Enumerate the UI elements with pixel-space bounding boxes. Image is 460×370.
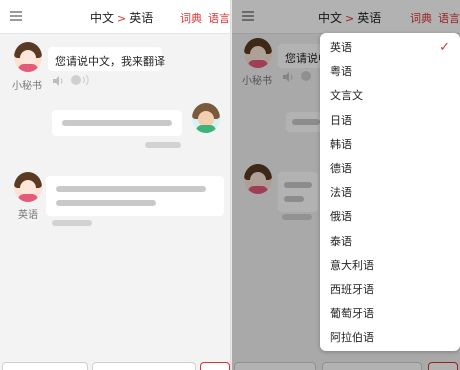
direction-arrow: > (117, 12, 127, 25)
language-option-label: 西班牙语 (330, 283, 374, 296)
language-option[interactable]: 韩语 (320, 133, 460, 157)
bottom-button-right[interactable] (200, 362, 230, 370)
user-avatar (192, 103, 220, 133)
language-option-label: 阿拉伯语 (330, 331, 374, 345)
target-language: 英语 (129, 11, 154, 25)
language-option[interactable]: 粤语 (320, 60, 460, 84)
bot-name: 小秘书 (12, 81, 42, 92)
language-option[interactable]: 西班牙语 (320, 278, 460, 302)
user-message-bubble (52, 110, 182, 136)
reply-avatar (14, 172, 42, 202)
source-language: 中文 (90, 11, 115, 25)
language-option-label: 德语 (330, 162, 352, 175)
hamburger-menu-icon[interactable] (10, 11, 22, 21)
bottom-button-middle[interactable] (92, 362, 196, 370)
bot-message-bubble: 您请说中文，我来翻译 (48, 47, 165, 71)
language-option[interactable]: 法语 (320, 181, 460, 205)
top-bar: 中文 > 英语 词典 语言 (0, 0, 230, 34)
language-pair-selector[interactable]: 中文 > 英语 (90, 9, 153, 26)
checkmark-icon: ✓ (439, 40, 450, 55)
reply-caption: 英语 (18, 210, 38, 221)
language-option-label: 粤语 (330, 65, 352, 79)
chat-panel-left: 中文 > 英语 词典 语言 小秘书 您请说中文，我来翻译 英语 (0, 0, 231, 370)
language-option-label: 法语 (330, 186, 352, 200)
reply-message-bubble (46, 176, 224, 216)
language-option-label: 意大利语 (330, 258, 374, 272)
language-option-label: 日语 (330, 113, 352, 127)
speaker-icon[interactable] (52, 75, 64, 87)
language-option[interactable]: 日语 (320, 109, 460, 133)
language-option-label: 英语 (330, 41, 352, 54)
language-option-label: 俄语 (330, 210, 352, 224)
bot-message-text: 您请说中文，我来翻译 (55, 55, 165, 68)
user-message-actions (145, 142, 181, 148)
language-option-label: 葡萄牙语 (330, 307, 374, 321)
language-option[interactable]: 文言文 (320, 84, 460, 108)
language-option[interactable]: 意大利语 (320, 254, 460, 278)
bottom-button-left[interactable] (2, 362, 88, 370)
language-option-label: 泰语 (330, 234, 352, 248)
reply-actions (52, 220, 92, 226)
bot-avatar (14, 42, 42, 72)
voice-wave-icon[interactable] (70, 74, 90, 86)
language-option[interactable]: 德语 (320, 157, 460, 181)
language-option[interactable]: 泰语 (320, 230, 460, 254)
language-option[interactable]: 俄语 (320, 205, 460, 229)
language-dropdown: 英语 ✓ 粤语文言文日语韩语德语法语俄语泰语意大利语西班牙语葡萄牙语阿拉伯语 (320, 33, 460, 351)
language-option-label: 文言文 (330, 89, 363, 103)
language-option-label: 韩语 (330, 137, 352, 151)
language-option[interactable]: 英语 ✓ (320, 36, 460, 60)
language-link[interactable]: 语言 (208, 10, 230, 26)
dictionary-link[interactable]: 词典 (180, 10, 202, 26)
language-option[interactable]: 葡萄牙语 (320, 302, 460, 326)
language-option[interactable]: 阿拉伯语 (320, 326, 460, 350)
